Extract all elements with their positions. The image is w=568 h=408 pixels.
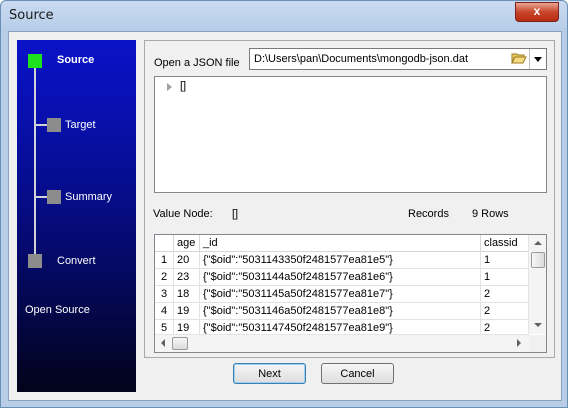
dialog-client: Source Target Summary Convert Open Sourc… bbox=[8, 31, 562, 401]
scroll-left-icon[interactable] bbox=[161, 339, 165, 347]
title-bar[interactable]: Source x bbox=[1, 1, 567, 31]
step-label-summary: Summary bbox=[65, 191, 113, 203]
grid-corner-header bbox=[155, 235, 174, 252]
column-header-id[interactable]: _id bbox=[200, 235, 481, 252]
json-tree-view[interactable]: [] bbox=[154, 76, 547, 193]
step-marker-convert bbox=[28, 254, 42, 268]
cell-id[interactable]: {"$oid":"5031146a50f2481577ea81e8"} bbox=[200, 303, 481, 320]
column-header-age[interactable]: age bbox=[174, 235, 200, 252]
wizard-steps-panel: Source Target Summary Convert Open Sourc… bbox=[17, 40, 136, 392]
value-node-value: [] bbox=[232, 208, 239, 220]
step-marker-source bbox=[28, 54, 42, 68]
close-icon: x bbox=[533, 4, 541, 18]
tree-expand-icon[interactable] bbox=[167, 83, 172, 91]
row-number: 3 bbox=[155, 286, 174, 303]
step-connector bbox=[34, 61, 36, 267]
source-panel: Open a JSON file D:\Users\pan\Documents\… bbox=[144, 40, 555, 358]
file-path-text[interactable]: D:\Users\pan\Documents\mongodb-json.dat bbox=[254, 53, 468, 65]
scroll-right-icon[interactable] bbox=[517, 339, 521, 347]
horizontal-scroll-thumb[interactable] bbox=[172, 337, 188, 350]
file-dropdown-button[interactable] bbox=[529, 49, 546, 69]
records-label: Records bbox=[408, 208, 449, 220]
row-number: 1 bbox=[155, 252, 174, 269]
cell-age[interactable]: 19 bbox=[174, 303, 200, 320]
column-header-classid[interactable]: classid bbox=[481, 235, 529, 252]
scrollbar-corner bbox=[529, 335, 546, 352]
window-title: Source bbox=[9, 8, 54, 23]
grid-vertical-scrollbar[interactable] bbox=[528, 235, 546, 334]
cell-age[interactable]: 20 bbox=[174, 252, 200, 269]
step-marker-target bbox=[47, 118, 61, 132]
step-label-target: Target bbox=[65, 119, 96, 131]
cell-id[interactable]: {"$oid":"5031144a50f2481577ea81e6"} bbox=[200, 269, 481, 286]
records-count: 9 Rows bbox=[472, 208, 509, 220]
scroll-up-icon[interactable] bbox=[534, 241, 542, 245]
cancel-button[interactable]: Cancel bbox=[321, 363, 394, 384]
scroll-down-icon[interactable] bbox=[534, 323, 542, 327]
cell-age[interactable]: 18 bbox=[174, 286, 200, 303]
dialog-window: Source x Source Target Summary Convert O… bbox=[0, 0, 568, 408]
cell-classid[interactable]: 2 bbox=[481, 286, 529, 303]
row-number: 4 bbox=[155, 303, 174, 320]
close-button[interactable]: x bbox=[515, 2, 559, 22]
value-node-label: Value Node: bbox=[153, 208, 213, 220]
cell-classid[interactable]: 1 bbox=[481, 269, 529, 286]
cell-age[interactable]: 23 bbox=[174, 269, 200, 286]
step-marker-summary bbox=[47, 190, 61, 204]
step-label-source: Source bbox=[57, 54, 95, 66]
wizard-footer-text: Open Source bbox=[25, 304, 90, 316]
next-button[interactable]: Next bbox=[233, 363, 306, 384]
file-label: Open a JSON file bbox=[154, 57, 240, 69]
tree-root-node[interactable]: [] bbox=[180, 80, 186, 92]
folder-open-icon[interactable] bbox=[511, 51, 527, 65]
file-path-combo[interactable]: D:\Users\pan\Documents\mongodb-json.dat bbox=[249, 48, 547, 70]
grid-horizontal-scrollbar[interactable] bbox=[155, 334, 529, 352]
cell-classid[interactable]: 1 bbox=[481, 252, 529, 269]
records-grid[interactable]: age _id classid 1 20 {"$oid":"5031143350… bbox=[154, 234, 547, 353]
cell-classid[interactable]: 2 bbox=[481, 303, 529, 320]
cell-id[interactable]: {"$oid":"5031143350f2481577ea81e5"} bbox=[200, 252, 481, 269]
vertical-scroll-thumb[interactable] bbox=[531, 252, 545, 268]
row-number: 2 bbox=[155, 269, 174, 286]
cell-id[interactable]: {"$oid":"5031145a50f2481577ea81e7"} bbox=[200, 286, 481, 303]
step-label-convert: Convert bbox=[57, 255, 96, 267]
